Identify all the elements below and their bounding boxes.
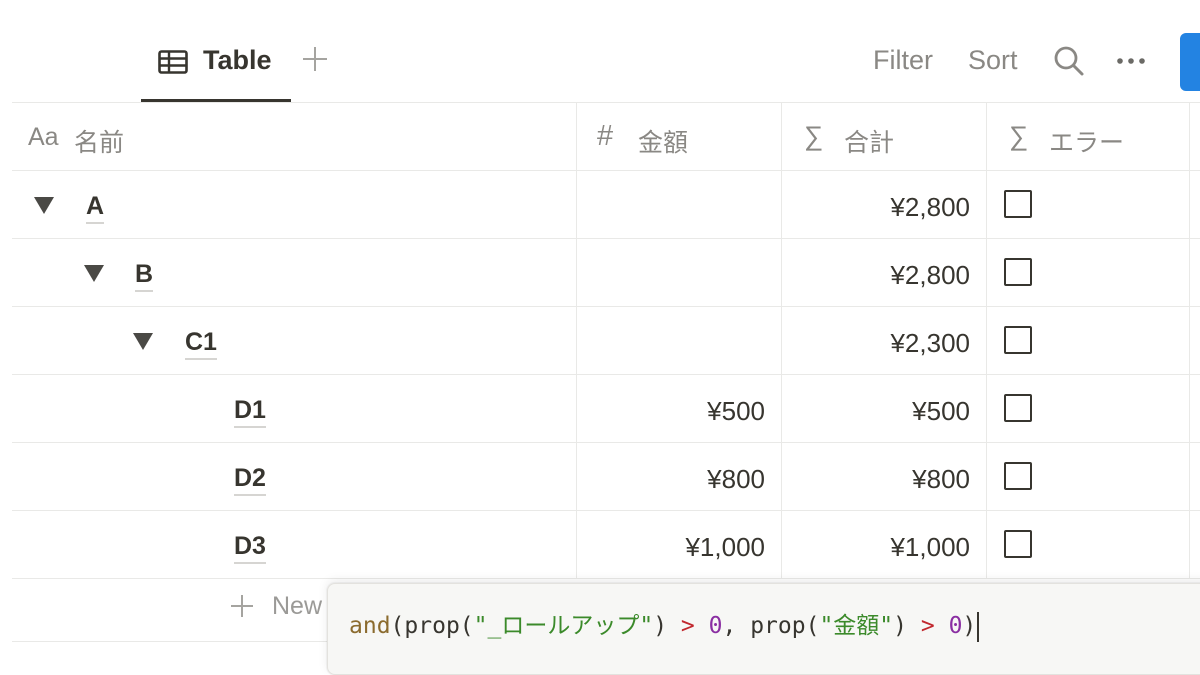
row-title[interactable]: D2 [234,463,266,496]
total-value: ¥1,000 [890,532,970,562]
formula-editor[interactable]: and(prop("_ロールアップ") > 0, prop("金額") > 0) [327,583,1200,675]
amount-value: ¥500 [707,396,765,426]
more-dots-icon[interactable] [1115,55,1147,67]
total-cell[interactable]: ¥800 [782,443,987,510]
formula-string: "_ロールアップ" [473,613,654,639]
total-value: ¥800 [912,464,970,494]
table-row[interactable]: D3 ¥1,000 ¥1,000 [12,511,1200,579]
sigma-icon: ∑ [804,121,824,151]
column-label: 金額 [638,129,689,157]
name-cell[interactable]: B [12,239,577,306]
column-label: エラー [1049,129,1125,157]
error-checkbox [1004,394,1032,422]
total-value: ¥500 [912,396,970,426]
amount-cell[interactable]: ¥1,000 [577,511,782,578]
amount-value: ¥800 [707,464,765,494]
total-cell[interactable]: ¥1,000 [782,511,987,578]
formula-input[interactable]: and(prop("_ロールアップ") > 0, prop("金額") > 0) [349,606,980,642]
formula-function: prop [404,613,460,639]
number-icon: # [597,120,614,152]
column-label: 合計 [844,129,895,157]
formula-string: "金額" [819,613,894,639]
error-cell[interactable] [987,239,1190,306]
table-row[interactable]: D2 ¥800 ¥800 [12,443,1200,511]
formula-function: prop [750,613,806,639]
row-title[interactable]: B [135,259,154,292]
formula-number: 0 [708,613,723,639]
name-cell[interactable]: D2 [12,443,577,510]
total-cell[interactable]: ¥2,300 [782,307,987,374]
table-row[interactable]: D1 ¥500 ¥500 [12,375,1200,443]
formula-function: and [349,613,391,639]
row-title[interactable]: C1 [185,327,217,360]
search-icon[interactable] [1053,45,1085,77]
total-cell[interactable]: ¥500 [782,375,987,442]
total-value: ¥2,800 [890,260,970,290]
sigma-icon: ∑ [1009,121,1029,151]
table-row[interactable]: B ¥2,800 [12,239,1200,307]
total-cell[interactable]: ¥2,800 [782,239,987,306]
plus-icon[interactable] [300,44,330,74]
amount-value: ¥1,000 [685,532,765,562]
filter-button[interactable]: Filter [873,45,933,76]
table-row[interactable]: A ¥2,800 [12,171,1200,239]
name-cell[interactable]: C1 [12,307,577,374]
error-cell[interactable] [987,307,1190,374]
error-checkbox [1004,326,1032,354]
amount-cell[interactable] [577,171,782,238]
row-title[interactable]: A [86,191,105,224]
amount-cell[interactable]: ¥800 [577,443,782,510]
column-label: 名前 [74,129,125,157]
column-header-amount[interactable]: # 金額 [577,103,782,170]
amount-cell[interactable] [577,239,782,306]
toggle-expanded-icon[interactable] [133,333,153,350]
name-cell[interactable]: D1 [12,375,577,442]
column-type-icon: Aa [28,123,59,151]
error-checkbox [1004,530,1032,558]
tab-table[interactable]: Table [141,28,291,102]
table-row[interactable]: C1 ¥2,300 [12,307,1200,375]
total-cell[interactable]: ¥2,800 [782,171,987,238]
formula-number: 0 [948,613,963,639]
column-header-total[interactable]: ∑ 合計 [782,103,987,170]
sort-button[interactable]: Sort [968,45,1018,76]
error-cell[interactable] [987,511,1190,578]
column-header-error[interactable]: ∑ エラー [987,103,1190,170]
new-button[interactable] [1180,33,1200,91]
total-value: ¥2,800 [890,192,970,222]
row-title[interactable]: D1 [234,395,266,428]
total-value: ¥2,300 [890,328,970,358]
table-header: Aa 名前 # 金額 ∑ 合計 ∑ エラー [12,103,1200,171]
amount-cell[interactable] [577,307,782,374]
amount-cell[interactable]: ¥500 [577,375,782,442]
name-cell[interactable]: D3 [12,511,577,578]
formula-operator: > [680,613,695,639]
row-title[interactable]: D3 [234,531,266,564]
column-header-name[interactable]: Aa 名前 [12,103,577,170]
text-caret [977,611,980,642]
error-checkbox [1004,462,1032,490]
name-cell[interactable]: A [12,171,577,238]
table-icon [158,50,188,74]
error-cell[interactable] [987,443,1190,510]
tab-label: Table [203,45,272,75]
formula-operator: > [920,613,935,639]
error-checkbox [1004,190,1032,218]
error-checkbox [1004,258,1032,286]
error-cell[interactable] [987,375,1190,442]
toggle-expanded-icon[interactable] [84,265,104,282]
toggle-expanded-icon[interactable] [34,197,54,214]
error-cell[interactable] [987,171,1190,238]
